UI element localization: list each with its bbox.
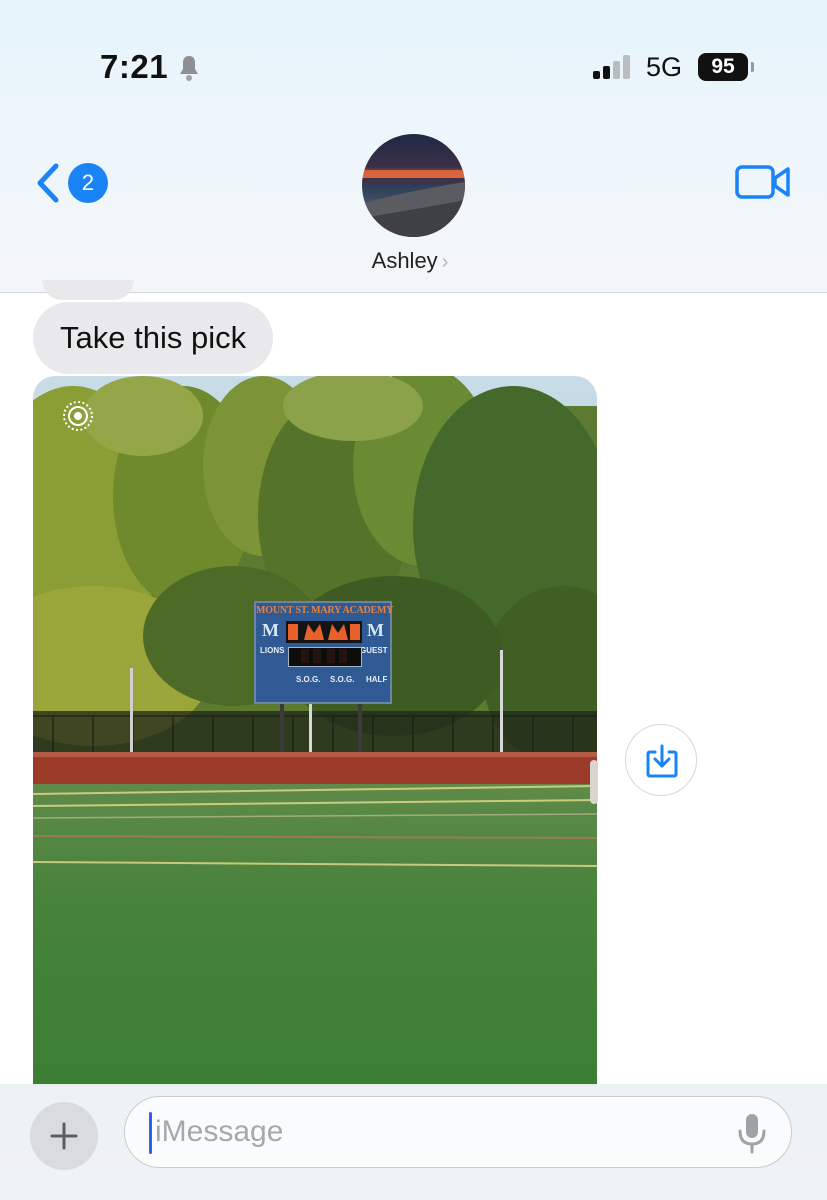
back-button[interactable]: 2: [28, 160, 108, 206]
scoreboard-display-banner: [286, 621, 362, 643]
text-caret: [149, 1112, 152, 1154]
live-photo-icon[interactable]: [61, 399, 95, 433]
game-clock-display: [288, 647, 362, 667]
download-icon: [646, 744, 678, 778]
chevron-left-icon: [37, 163, 59, 203]
incoming-message-bubble[interactable]: Take this pick: [33, 302, 274, 374]
add-attachment-button[interactable]: [30, 1102, 98, 1170]
clock-digit: [339, 649, 347, 663]
plus-icon: [50, 1122, 78, 1150]
avatar-sunset-image: [362, 170, 465, 237]
sog-label-home: S.O.G.: [296, 675, 321, 684]
unread-count-badge: 2: [68, 163, 108, 203]
photo-scene: [33, 376, 597, 1086]
battery-cap: [751, 62, 754, 72]
focus-bell-icon: [180, 56, 198, 81]
incoming-photo-attachment[interactable]: MOUNT ST. MARY ACADEMY M M LIONS GUEST S…: [33, 376, 597, 1086]
clock-digit: [301, 649, 309, 663]
message-composer: iMessage: [0, 1084, 827, 1200]
scoreboard-logo-right: M: [367, 620, 384, 640]
contact-name-button[interactable]: Ashley ›: [330, 248, 490, 274]
previous-message-bubble[interactable]: [42, 280, 134, 300]
cellular-signal-icon: [593, 55, 630, 79]
contact-name: Ashley: [371, 248, 438, 273]
contact-avatar[interactable]: [362, 134, 465, 237]
home-team-label: LIONS: [260, 646, 285, 655]
battery-indicator: 95: [698, 53, 748, 81]
half-label: HALF: [366, 675, 388, 684]
video-camera-icon[interactable]: [734, 162, 792, 202]
message-placeholder: iMessage: [155, 1115, 284, 1148]
photo-edge-shadow: [590, 760, 598, 804]
network-type: 5G: [646, 52, 683, 82]
scoreboard: MOUNT ST. MARY ACADEMY M M LIONS GUEST S…: [254, 601, 394, 704]
clock-digit: [327, 649, 335, 663]
status-time: 7:21: [100, 48, 169, 85]
scoreboard-title: MOUNT ST. MARY ACADEMY: [256, 605, 394, 616]
guest-team-label: GUEST: [360, 646, 388, 655]
microphone-icon[interactable]: [735, 1111, 769, 1155]
scoreboard-logo-left: M: [262, 620, 279, 640]
chevron-right-icon: ›: [441, 251, 449, 273]
save-photo-button[interactable]: [625, 724, 697, 796]
conversation-header: 7:21 5G 95 2 Ashley ›: [0, 0, 827, 293]
clock-digit: [313, 649, 321, 663]
message-input[interactable]: iMessage: [124, 1096, 792, 1168]
sog-label-guest: S.O.G.: [330, 675, 355, 684]
